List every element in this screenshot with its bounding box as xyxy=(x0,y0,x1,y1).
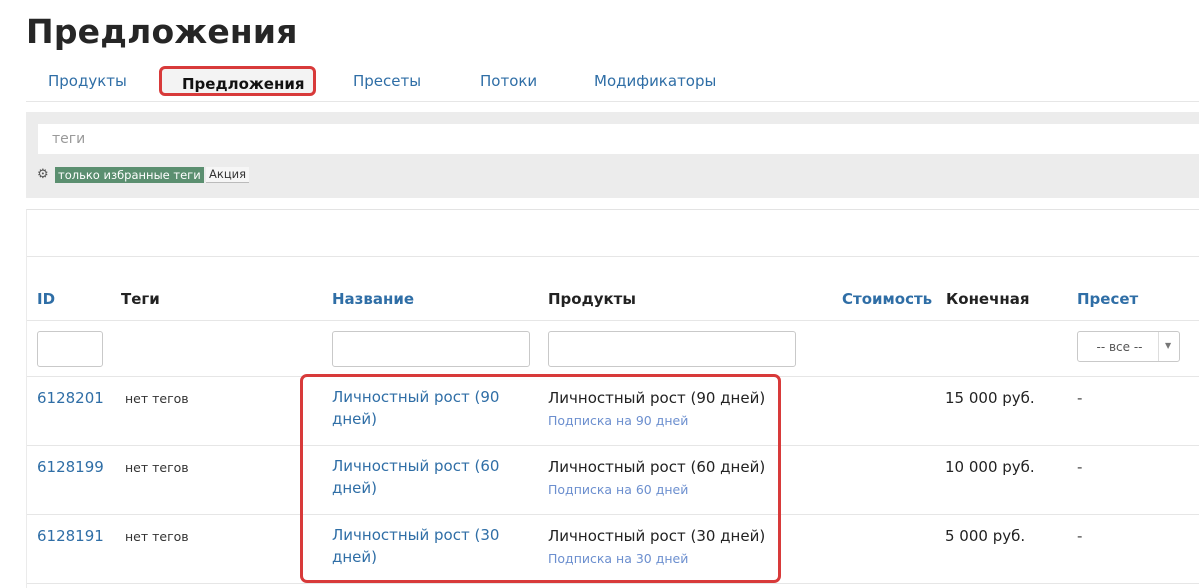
favorite-tags-toggle[interactable]: только избранные теги xyxy=(55,167,204,183)
column-header-cost[interactable]: Стоимость xyxy=(842,290,932,308)
offer-product-subtitle[interactable]: Подписка на 90 дней xyxy=(548,413,688,428)
divider xyxy=(27,320,1199,321)
offer-final-price: 5 000 руб. xyxy=(945,527,1026,545)
offer-preset: - xyxy=(1077,389,1083,407)
id-filter-input[interactable] xyxy=(37,331,103,367)
chevron-down-icon: ▼ xyxy=(1165,341,1172,350)
offer-product-subtitle[interactable]: Подписка на 30 дней xyxy=(548,551,688,566)
offer-id-link[interactable]: 6128199 xyxy=(37,458,104,476)
divider xyxy=(27,256,1199,257)
tab-offers[interactable]: Предложения xyxy=(159,66,316,96)
column-header-tags: Теги xyxy=(121,290,160,308)
tab-products[interactable]: Продукты xyxy=(48,72,127,90)
gear-icon[interactable]: ⚙ xyxy=(37,168,50,181)
offer-final-price: 15 000 руб. xyxy=(945,389,1035,407)
offer-tags: нет тегов xyxy=(125,529,189,544)
filter-panel: ⚙ только избранные теги Акция xyxy=(26,112,1199,198)
tag-chip-promo[interactable]: Акция xyxy=(206,167,250,183)
column-header-final: Конечная xyxy=(946,290,1030,308)
offer-preset: - xyxy=(1077,527,1083,545)
name-filter-input[interactable] xyxy=(332,331,530,367)
offer-product: Личностный рост (60 дней) xyxy=(548,458,766,476)
offer-name-link[interactable]: Личностный рост (90 дней) xyxy=(332,386,522,430)
divider xyxy=(27,445,1199,446)
divider xyxy=(27,376,1199,377)
offer-id-link[interactable]: 6128191 xyxy=(37,527,104,545)
page-title: Предложения xyxy=(26,12,298,51)
offer-product: Личностный рост (30 дней) xyxy=(548,527,766,545)
offers-table: ID Теги Название Продукты Стоимость Коне… xyxy=(26,209,1199,588)
divider xyxy=(27,583,1199,584)
offer-tags: нет тегов xyxy=(125,391,189,406)
tab-streams[interactable]: Потоки xyxy=(480,72,537,90)
offer-name-link[interactable]: Личностный рост (60 дней) xyxy=(332,455,522,499)
offer-final-price: 10 000 руб. xyxy=(945,458,1035,476)
offer-preset: - xyxy=(1077,458,1083,476)
offer-product: Личностный рост (90 дней) xyxy=(548,389,766,407)
column-header-preset[interactable]: Пресет xyxy=(1077,290,1138,308)
column-header-id[interactable]: ID xyxy=(37,290,55,308)
divider xyxy=(27,514,1199,515)
tab-presets[interactable]: Пресеты xyxy=(353,72,421,90)
offer-id-link[interactable]: 6128201 xyxy=(37,389,104,407)
preset-filter-select[interactable]: -- все -- ▼ xyxy=(1077,331,1180,362)
products-filter-input[interactable] xyxy=(548,331,796,367)
offer-tags: нет тегов xyxy=(125,460,189,475)
column-header-name[interactable]: Название xyxy=(332,290,414,308)
column-header-products: Продукты xyxy=(548,290,636,308)
tags-search-input[interactable] xyxy=(38,124,1199,154)
offer-name-link[interactable]: Личностный рост (30 дней) xyxy=(332,524,522,568)
offer-product-subtitle[interactable]: Подписка на 60 дней xyxy=(548,482,688,497)
tab-modifiers[interactable]: Модификаторы xyxy=(594,72,716,90)
tab-bar: Продукты Предложения Пресеты Потоки Моди… xyxy=(26,64,1199,102)
preset-filter-value: -- все -- xyxy=(1096,340,1143,354)
